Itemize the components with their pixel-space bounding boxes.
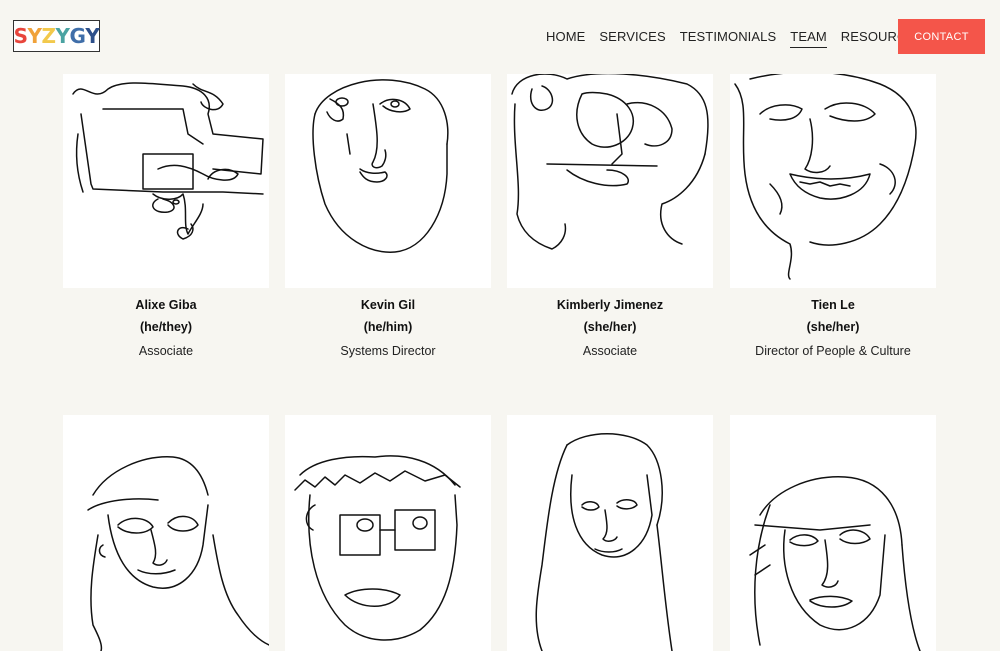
- member-role: Associate: [138, 344, 194, 358]
- nav-home[interactable]: HOME: [546, 29, 585, 48]
- syzygy-logo[interactable]: S Y Z Y G Y: [13, 20, 100, 52]
- team-card: [285, 415, 491, 651]
- member-name: Alixe Giba: [135, 298, 197, 312]
- nav-testimonials[interactable]: TESTIMONIALS: [680, 29, 777, 48]
- site-header: S Y Z Y G Y HOME SERVICES TESTIMONIALS T…: [0, 0, 1000, 74]
- line-drawing-portrait: [294, 455, 461, 641]
- line-drawing-portrait: [734, 74, 917, 280]
- line-drawing-portrait: [749, 476, 921, 651]
- contact-button[interactable]: CONTACT: [898, 19, 985, 54]
- logo-letter: Y: [55, 24, 70, 48]
- team-card: Tien Le (she/her) Director of People & C…: [730, 74, 936, 358]
- portrait-image: [285, 74, 491, 288]
- line-drawing-portrait: [535, 433, 673, 651]
- portrait-image: [730, 74, 936, 288]
- logo-letter: Y: [85, 24, 100, 48]
- member-role: Systems Director: [340, 344, 436, 358]
- nav-services[interactable]: SERVICES: [599, 29, 665, 48]
- team-card: [63, 415, 269, 651]
- team-card: [507, 415, 713, 651]
- team-card: Kimberly Jimenez (she/her) Associate: [507, 74, 713, 358]
- member-role: Director of People & Culture: [755, 344, 911, 358]
- main-nav: HOME SERVICES TESTIMONIALS TEAM RESOURCE…: [546, 29, 938, 48]
- member-pronouns: (she/her): [806, 320, 860, 334]
- member-name: Kevin Gil: [360, 298, 416, 312]
- line-drawing-portrait: [72, 82, 264, 240]
- team-card: [730, 415, 936, 651]
- member-role: Associate: [582, 344, 638, 358]
- team-card: Kevin Gil (he/him) Systems Director: [285, 74, 491, 358]
- portrait-image: [507, 415, 713, 651]
- nav-team[interactable]: TEAM: [790, 29, 827, 48]
- logo-letter: S: [13, 24, 28, 48]
- portrait-image: [63, 74, 269, 288]
- line-drawing-portrait: [511, 74, 709, 250]
- logo-letter: Y: [27, 24, 42, 48]
- portrait-image: [730, 415, 936, 651]
- portrait-image: [285, 415, 491, 651]
- line-drawing-portrait: [87, 456, 269, 651]
- member-pronouns: (he/they): [139, 320, 193, 334]
- member-name: Tien Le: [811, 298, 855, 312]
- portrait-image: [63, 415, 269, 651]
- line-drawing-portrait: [312, 79, 449, 253]
- logo-letter: G: [69, 24, 86, 48]
- member-pronouns: (he/him): [363, 320, 413, 334]
- logo-letter: Z: [41, 24, 57, 48]
- portrait-image: [507, 74, 713, 288]
- member-name: Kimberly Jimenez: [556, 298, 664, 312]
- member-pronouns: (she/her): [583, 320, 637, 334]
- team-card: Alixe Giba (he/they) Associate: [63, 74, 269, 358]
